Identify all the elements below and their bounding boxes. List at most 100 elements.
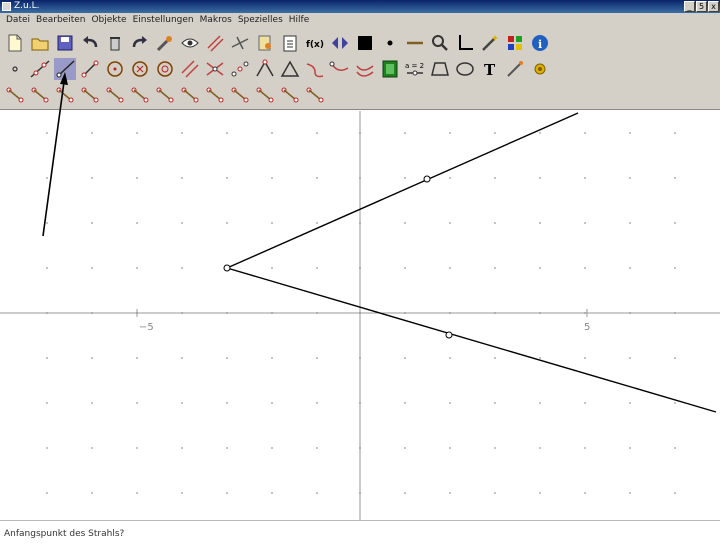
- fill-color-icon[interactable]: [354, 32, 376, 54]
- function-tool-icon[interactable]: f(x): [304, 32, 326, 54]
- macro-tool-8-icon[interactable]: [179, 84, 201, 106]
- menu-bearbeiten[interactable]: Bearbeiten: [33, 13, 88, 27]
- macro-tool-12-icon[interactable]: [279, 84, 301, 106]
- line-style-icon[interactable]: [404, 32, 426, 54]
- conic-tool-icon[interactable]: [454, 58, 476, 80]
- image-tool-icon[interactable]: [379, 58, 401, 80]
- wand-tool-icon[interactable]: [479, 32, 501, 54]
- macro-tool-11-icon[interactable]: [254, 84, 276, 106]
- bisector-tool-icon[interactable]: [304, 58, 326, 80]
- menu-objekte[interactable]: Objekte: [88, 13, 129, 27]
- menu-makros[interactable]: Makros: [197, 13, 235, 27]
- macro-tool-2-icon[interactable]: [29, 84, 51, 106]
- grid-dot: [226, 447, 228, 449]
- segment-tool-icon[interactable]: [79, 58, 101, 80]
- grid-dot: [674, 492, 676, 494]
- axes-tool-icon[interactable]: [454, 32, 476, 54]
- angle-tool-icon[interactable]: [254, 58, 276, 80]
- macro-tool-9-icon[interactable]: [204, 84, 226, 106]
- parallel-tool-icon[interactable]: [204, 32, 226, 54]
- menu-einstellungen[interactable]: Einstellungen: [130, 13, 197, 27]
- grid-dot: [181, 402, 183, 404]
- grid-dot: [271, 132, 273, 134]
- window-title: Z.u.L.: [14, 1, 40, 11]
- grid-dot: [46, 447, 48, 449]
- grid-dot: [316, 177, 318, 179]
- paste-tool-icon[interactable]: [254, 32, 276, 54]
- status-bar: Anfangspunkt des Strahls?: [0, 520, 720, 540]
- undo-icon[interactable]: [79, 32, 101, 54]
- ray-lower[interactable]: [226, 267, 717, 413]
- circle-3pt-tool-icon[interactable]: [129, 58, 151, 80]
- fixed-angle-tool-icon[interactable]: [279, 58, 301, 80]
- grid-dot: [539, 132, 541, 134]
- color-grid-icon[interactable]: [504, 32, 526, 54]
- perpendicular-tool-icon[interactable]: [229, 32, 251, 54]
- track-tool-icon[interactable]: [504, 58, 526, 80]
- point-style-icon[interactable]: [379, 32, 401, 54]
- zoom-tool-icon[interactable]: [429, 32, 451, 54]
- clipboard-tool-icon[interactable]: [279, 32, 301, 54]
- curve-tool-icon[interactable]: [354, 58, 376, 80]
- grid-dot: [271, 492, 273, 494]
- animate-tool-icon[interactable]: [529, 58, 551, 80]
- grid-dot: [494, 357, 496, 359]
- edit-tool-icon[interactable]: [154, 32, 176, 54]
- menu-hilfe[interactable]: Hilfe: [286, 13, 312, 27]
- grid-dot: [46, 177, 48, 179]
- open-file-icon[interactable]: [29, 32, 51, 54]
- fixed-circle-tool-icon[interactable]: [154, 58, 176, 80]
- grid-dot: [404, 132, 406, 134]
- reflect-tool-icon[interactable]: [329, 32, 351, 54]
- maximize-button[interactable]: 5: [696, 1, 707, 12]
- point-tool-icon[interactable]: [4, 58, 26, 80]
- line-tool-icon[interactable]: [29, 58, 51, 80]
- ray-lower-point[interactable]: [445, 331, 453, 339]
- x-axis-label-pos: 5: [584, 322, 590, 333]
- grid-dot: [91, 132, 93, 134]
- ray-upper-point[interactable]: [423, 175, 431, 183]
- macro-tool-1-icon[interactable]: [4, 84, 26, 106]
- menu-datei[interactable]: Datei: [3, 13, 33, 27]
- new-file-icon[interactable]: [4, 32, 26, 54]
- macro-tool-6-icon[interactable]: [129, 84, 151, 106]
- app-icon[interactable]: [2, 2, 11, 11]
- midpoint-tool-icon[interactable]: [229, 58, 251, 80]
- expression-tool-icon[interactable]: a = 2: [404, 58, 426, 80]
- macro-tool-10-icon[interactable]: [229, 84, 251, 106]
- macro-tool-4-icon[interactable]: [79, 84, 101, 106]
- intersection-tool-icon[interactable]: [204, 58, 226, 80]
- minimize-button[interactable]: _: [684, 1, 695, 12]
- canvas-svg[interactable]: −5 5: [0, 111, 720, 520]
- grid-dot: [226, 177, 228, 179]
- ray-tool-icon[interactable]: [54, 58, 76, 80]
- text-tool-icon[interactable]: T: [479, 58, 501, 80]
- grid-dot: [136, 267, 138, 269]
- grid-dot: [46, 402, 48, 404]
- macro-tool-5-icon[interactable]: [104, 84, 126, 106]
- drawing-canvas[interactable]: −5 5: [0, 111, 720, 520]
- info-tool-icon[interactable]: i: [529, 32, 551, 54]
- ray-start-point[interactable]: [223, 264, 231, 272]
- macro-tool-13-icon[interactable]: [304, 84, 326, 106]
- macro-tool-7-icon[interactable]: [154, 84, 176, 106]
- redo-icon[interactable]: [129, 32, 151, 54]
- parallel-line-tool-icon[interactable]: [179, 58, 201, 80]
- menu-spezielles[interactable]: Spezielles: [235, 13, 286, 27]
- hide-tool-icon[interactable]: [179, 32, 201, 54]
- grid-dot: [136, 177, 138, 179]
- arc-tool-icon[interactable]: [329, 58, 351, 80]
- delete-icon[interactable]: [104, 32, 126, 54]
- polygon-tool-icon[interactable]: [429, 58, 451, 80]
- grid-dot: [91, 267, 93, 269]
- toolbar-row-macros: [0, 82, 720, 108]
- close-button[interactable]: x: [708, 1, 719, 12]
- ray-upper[interactable]: [226, 112, 579, 269]
- grid-dot: [316, 402, 318, 404]
- grid-dot: [584, 357, 586, 359]
- grid-dot: [494, 447, 496, 449]
- save-file-icon[interactable]: [54, 32, 76, 54]
- grid-dot: [91, 402, 93, 404]
- circle-tool-icon[interactable]: [104, 58, 126, 80]
- macro-tool-3-icon[interactable]: [54, 84, 76, 106]
